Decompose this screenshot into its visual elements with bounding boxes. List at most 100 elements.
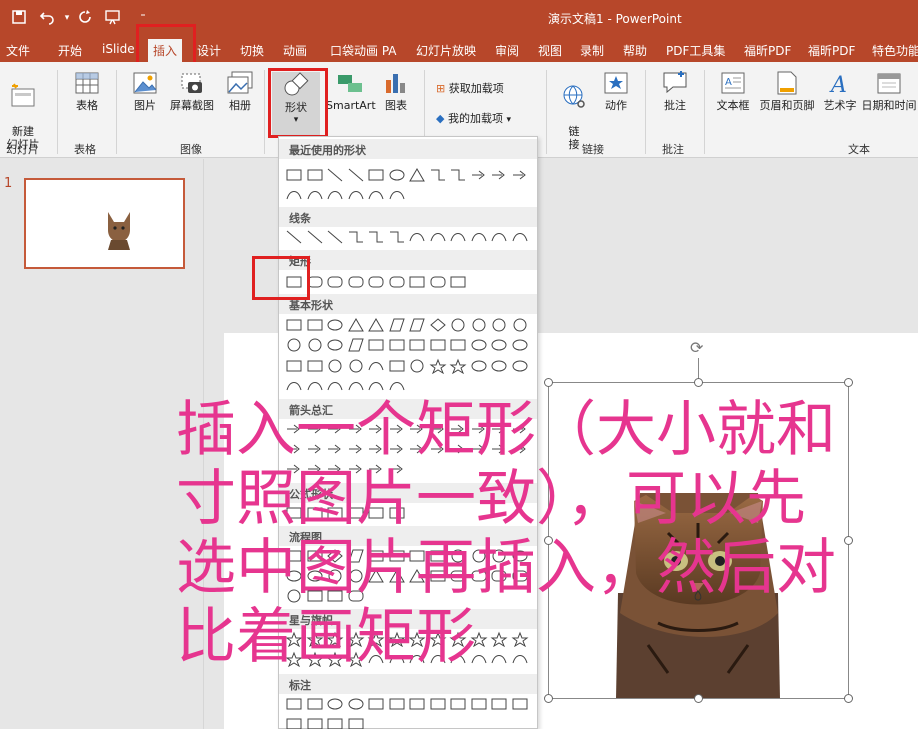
shape-option[interactable]	[306, 358, 324, 374]
table-button[interactable]: 表格	[68, 70, 106, 112]
shape-option[interactable]	[470, 317, 488, 333]
shape-option[interactable]	[285, 505, 303, 521]
shape-option[interactable]	[306, 441, 324, 457]
tab-animations[interactable]: 动画	[283, 42, 307, 59]
shape-option[interactable]	[306, 651, 324, 667]
shape-option[interactable]	[490, 337, 508, 353]
shape-option[interactable]	[326, 167, 344, 183]
rotate-handle-icon[interactable]: ⟳	[690, 338, 703, 357]
shape-option[interactable]	[367, 505, 385, 521]
shape-option[interactable]	[347, 548, 365, 564]
shape-option[interactable]	[449, 548, 467, 564]
shape-option[interactable]	[347, 229, 365, 245]
datetime-button[interactable]: 日期和时间	[860, 70, 918, 112]
resize-handle-n[interactable]	[694, 378, 703, 387]
shape-option[interactable]	[388, 187, 406, 203]
shape-option[interactable]	[408, 568, 426, 584]
action-button[interactable]: 动作	[598, 70, 634, 112]
shape-option[interactable]	[511, 548, 529, 564]
shape-option[interactable]	[429, 651, 447, 667]
tab-file[interactable]: 文件	[6, 42, 30, 59]
shape-option[interactable]	[285, 378, 303, 394]
shape-option[interactable]	[326, 358, 344, 374]
shape-option[interactable]	[388, 274, 406, 290]
shape-option[interactable]	[326, 568, 344, 584]
shape-option[interactable]	[367, 461, 385, 477]
shape-option[interactable]	[306, 317, 324, 333]
shape-option[interactable]	[367, 651, 385, 667]
shape-option[interactable]	[490, 421, 508, 437]
shape-option[interactable]	[347, 167, 365, 183]
shape-option[interactable]	[367, 421, 385, 437]
textbox-button[interactable]: A 文本框	[712, 70, 754, 112]
shape-option[interactable]	[367, 274, 385, 290]
shape-option[interactable]	[326, 461, 344, 477]
tab-view[interactable]: 视图	[538, 42, 562, 59]
shape-option[interactable]	[388, 229, 406, 245]
shape-option[interactable]	[306, 378, 324, 394]
shape-option[interactable]	[388, 421, 406, 437]
shape-option[interactable]	[449, 358, 467, 374]
shape-option[interactable]	[347, 588, 365, 604]
shape-option[interactable]	[388, 651, 406, 667]
shape-option[interactable]	[470, 631, 488, 647]
shape-option[interactable]	[408, 696, 426, 712]
shape-option[interactable]	[511, 421, 529, 437]
shape-option[interactable]	[285, 337, 303, 353]
shape-option[interactable]	[326, 631, 344, 647]
header-footer-button[interactable]: 页眉和页脚	[756, 70, 818, 112]
shape-option[interactable]	[388, 337, 406, 353]
tab-record[interactable]: 录制	[580, 42, 604, 59]
shape-option[interactable]	[388, 568, 406, 584]
shape-option[interactable]	[490, 167, 508, 183]
shape-option[interactable]	[490, 317, 508, 333]
shape-option[interactable]	[347, 421, 365, 437]
shape-option[interactable]	[449, 651, 467, 667]
shape-option[interactable]	[490, 696, 508, 712]
shape-option[interactable]	[367, 631, 385, 647]
shape-option[interactable]	[449, 229, 467, 245]
shape-option[interactable]	[470, 548, 488, 564]
shape-option[interactable]	[429, 274, 447, 290]
shape-option[interactable]	[511, 317, 529, 333]
shape-option[interactable]	[306, 505, 324, 521]
shape-option[interactable]	[490, 358, 508, 374]
shape-option[interactable]	[326, 274, 344, 290]
shape-option[interactable]	[347, 358, 365, 374]
shape-option[interactable]	[306, 631, 324, 647]
wordart-button[interactable]: A 艺术字	[820, 70, 860, 112]
shape-option[interactable]	[347, 378, 365, 394]
shape-option[interactable]	[347, 568, 365, 584]
shape-option[interactable]	[367, 696, 385, 712]
shape-option[interactable]	[429, 631, 447, 647]
shape-option[interactable]	[408, 421, 426, 437]
shape-option[interactable]	[306, 337, 324, 353]
shape-option[interactable]	[388, 317, 406, 333]
shape-option[interactable]	[347, 441, 365, 457]
comment-button[interactable]: 批注	[656, 70, 694, 112]
shape-option[interactable]	[388, 167, 406, 183]
shape-option[interactable]	[408, 358, 426, 374]
shape-option[interactable]	[470, 696, 488, 712]
shape-option[interactable]	[429, 441, 447, 457]
shape-option[interactable]	[449, 337, 467, 353]
shape-option[interactable]	[306, 696, 324, 712]
shape-option[interactable]	[285, 588, 303, 604]
shape-option[interactable]	[490, 651, 508, 667]
undo-icon[interactable]	[38, 9, 56, 27]
shape-option[interactable]	[285, 716, 303, 729]
chart-button[interactable]: 图表	[378, 70, 414, 112]
shape-option[interactable]	[326, 716, 344, 729]
shape-option[interactable]	[326, 317, 344, 333]
shape-option[interactable]	[285, 441, 303, 457]
shape-option[interactable]	[511, 229, 529, 245]
shape-option[interactable]	[388, 378, 406, 394]
shape-option[interactable]	[326, 441, 344, 457]
smartart-button[interactable]: SmartArt	[326, 70, 376, 112]
shape-option[interactable]	[285, 631, 303, 647]
shape-option[interactable]	[347, 461, 365, 477]
tab-special[interactable]: 特色功能	[872, 42, 918, 59]
resize-handle-sw[interactable]	[544, 694, 553, 703]
shape-option[interactable]	[470, 167, 488, 183]
tab-islide[interactable]: iSlide	[102, 42, 135, 56]
